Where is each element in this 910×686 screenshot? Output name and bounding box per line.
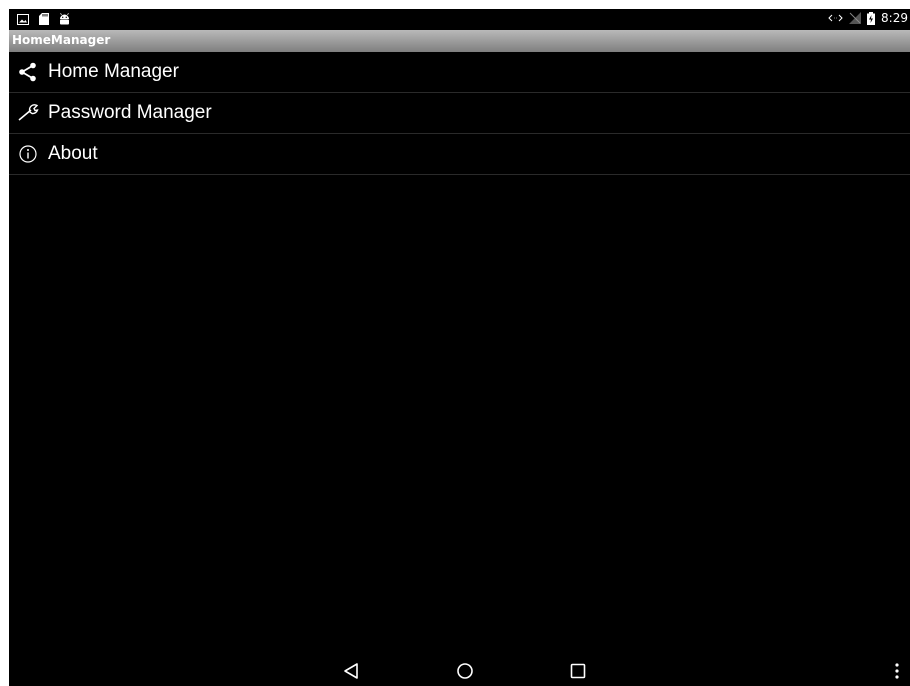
- wrench-icon: [17, 102, 39, 124]
- status-bar-right: 8:29: [828, 11, 908, 25]
- info-icon: [17, 143, 39, 165]
- device-screen: 8:29 HomeManager Home Manager Password M…: [9, 9, 910, 686]
- home-icon[interactable]: [455, 661, 475, 681]
- menu-item-label: Home Manager: [48, 61, 179, 82]
- overflow-menu-icon[interactable]: [887, 661, 907, 681]
- navigation-bar: [9, 654, 910, 686]
- menu-item-password-manager[interactable]: Password Manager: [9, 93, 910, 134]
- no-signal-icon: [849, 12, 862, 24]
- menu-list: Home Manager Password Manager About: [9, 52, 910, 175]
- menu-item-home-manager[interactable]: Home Manager: [9, 52, 910, 93]
- app-title: HomeManager: [12, 33, 111, 47]
- data-transfer-icon: [828, 13, 843, 23]
- image-icon: [17, 13, 29, 25]
- android-icon: [59, 13, 70, 25]
- sd-card-icon: [39, 13, 49, 25]
- menu-item-about[interactable]: About: [9, 134, 910, 175]
- menu-item-label: Password Manager: [48, 102, 212, 123]
- share-icon: [17, 61, 39, 83]
- back-icon[interactable]: [341, 661, 361, 681]
- menu-item-label: About: [48, 143, 98, 164]
- recents-icon[interactable]: [568, 661, 588, 681]
- status-time: 8:29: [881, 11, 908, 25]
- status-bar-left: [17, 13, 70, 25]
- app-title-bar: HomeManager: [9, 30, 910, 52]
- battery-charging-icon: [867, 11, 876, 25]
- status-bar: 8:29: [9, 9, 910, 30]
